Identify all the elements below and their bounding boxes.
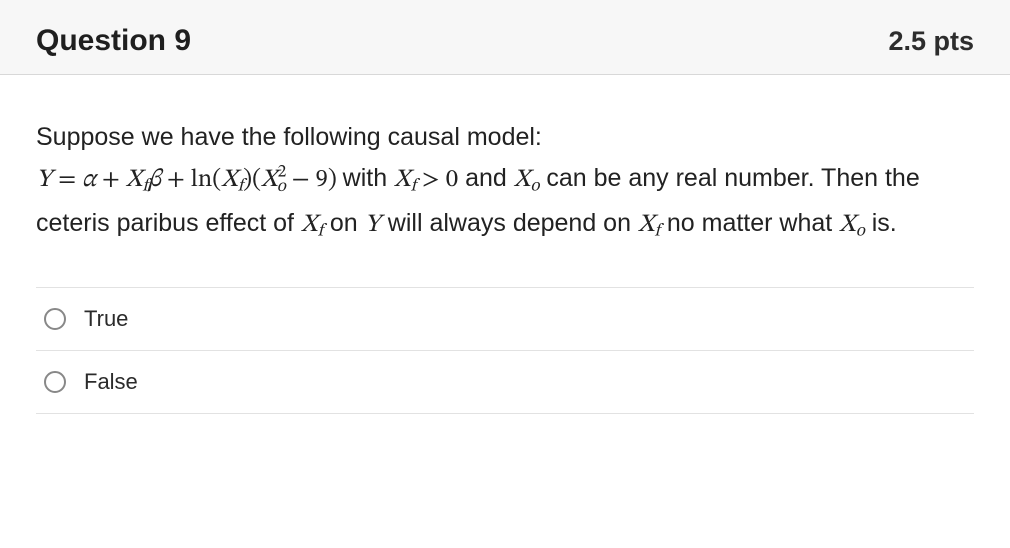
option-true[interactable]: True [36,288,974,351]
eq-minus-nine: − 9) [286,167,337,192]
option-false[interactable]: False [36,351,974,414]
eq-Xo: X [514,167,531,192]
eq-rparen-lparen: )( [243,167,261,192]
prompt-tail3: no matter what [660,209,839,237]
eq-Xo: X [839,212,856,237]
var-Xf: Xf [638,212,660,237]
equation: Y = α + Xfβ + ln(Xf)(X2o − 9) [36,167,343,192]
eq-Xf: X [301,212,318,237]
question-title: Question 9 [36,24,191,58]
eq-sub-o: o [277,179,286,196]
eq-gt-zero: > 0 [416,167,458,192]
eq-Xo: X [261,167,278,192]
answer-options: True False [36,287,974,414]
var-Xo: Xo [839,212,865,237]
question-card: Question 9 2.5 pts Suppose we have the f… [0,0,1010,548]
question-body: Suppose we have the following causal mod… [0,75,1010,424]
eq-plus: + [161,167,191,192]
eq-beta: β [148,167,161,192]
prompt-tail4: is. [865,209,897,237]
var-Xo: Xo [514,167,540,192]
eq-Xf: X [638,212,655,237]
eq-ln: ln [191,167,212,192]
radio-icon[interactable] [44,371,66,393]
eq-lparen: ( [212,167,221,192]
var-Y: Y [365,212,381,237]
eq-equals: = [52,167,82,192]
prompt-tail2: will always depend on [381,209,638,237]
question-points: 2.5 pts [888,26,974,57]
option-label: False [84,369,138,395]
var-Xf: Xf > 0 [394,167,458,192]
eq-Y: Y [36,167,52,192]
eq-Xf: X [221,167,238,192]
question-header: Question 9 2.5 pts [0,0,1010,75]
eq-Xf: X [394,167,411,192]
option-label: True [84,306,128,332]
var-Xf: Xf [301,212,323,237]
eq-Xf: X [126,167,143,192]
eq-sub-o: o [856,223,865,240]
prompt-and: and [458,164,514,192]
radio-icon[interactable] [44,308,66,330]
question-prompt: Suppose we have the following causal mod… [36,117,974,247]
prompt-with: with [343,164,394,192]
prompt-intro: Suppose we have the following causal mod… [36,123,542,151]
eq-plus: + [96,167,126,192]
eq-alpha: α [82,167,96,192]
prompt-on: on [323,209,365,237]
